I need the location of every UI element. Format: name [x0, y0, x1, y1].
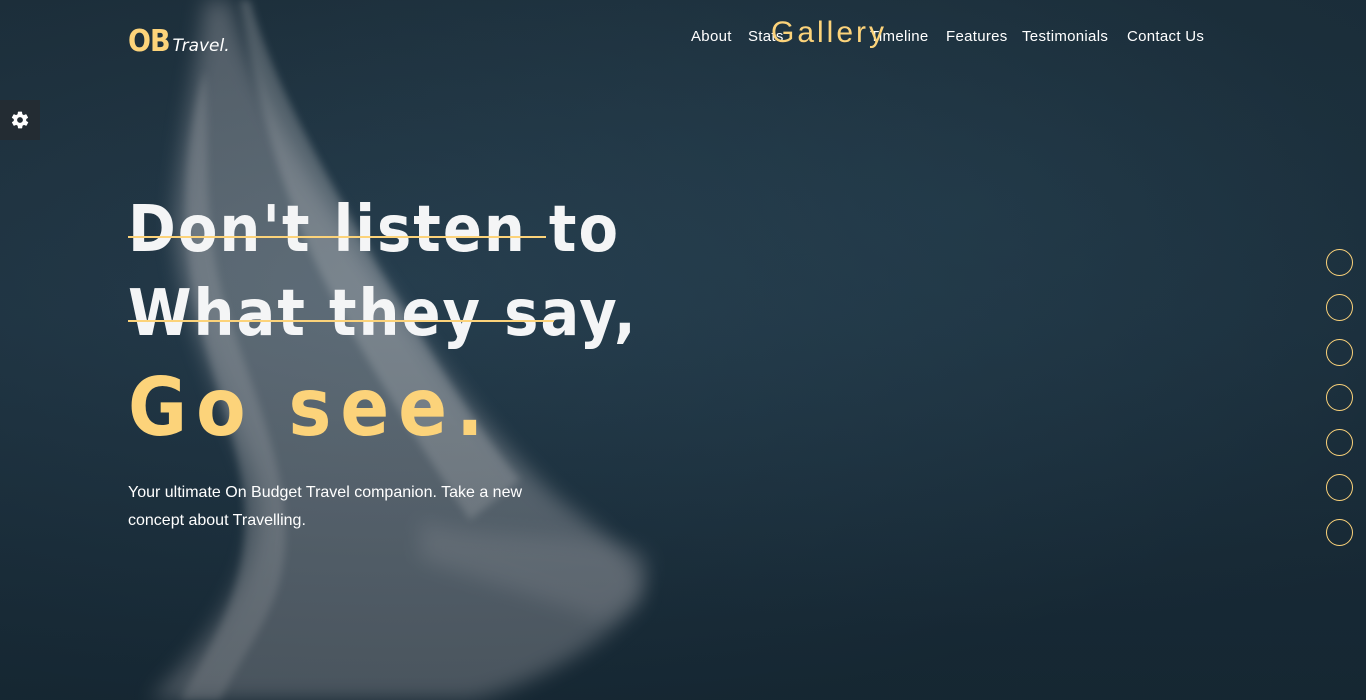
nav-gallery-hover[interactable]: Gallery	[771, 16, 887, 50]
logo-travel: Travel.	[172, 36, 230, 56]
nav-contact[interactable]: Contact Us	[1127, 28, 1204, 45]
section-dot-3[interactable]	[1326, 339, 1353, 366]
hero-line-3: Go see.	[128, 361, 493, 454]
nav-about[interactable]: About	[691, 28, 732, 45]
hero-line-1: Don't listen to	[128, 188, 638, 272]
brand-logo[interactable]: OB Travel.	[128, 24, 230, 59]
nav-testimonials[interactable]: Testimonials	[1022, 28, 1108, 45]
logo-ob: OB	[128, 24, 171, 59]
section-dot-7[interactable]	[1326, 519, 1353, 546]
gear-icon	[11, 111, 29, 129]
strike-line-2	[128, 320, 554, 322]
settings-button[interactable]	[0, 100, 40, 140]
section-dot-6[interactable]	[1326, 474, 1353, 501]
hero-heading: Don't listen to What they say, Go see.	[128, 188, 638, 458]
hero-line-1-text: Don't listen to	[128, 193, 620, 267]
section-dot-4[interactable]	[1326, 384, 1353, 411]
hero-tagline: Your ultimate On Budget Travel companion…	[128, 484, 523, 529]
hero-line-2-text: What they say,	[128, 277, 638, 351]
section-dot-1[interactable]	[1326, 249, 1353, 276]
section-dot-5[interactable]	[1326, 429, 1353, 456]
nav-features[interactable]: Features	[946, 28, 1008, 45]
strike-line-1	[128, 236, 546, 238]
section-dot-2[interactable]	[1326, 294, 1353, 321]
hero-line-2: What they say,	[128, 272, 638, 356]
